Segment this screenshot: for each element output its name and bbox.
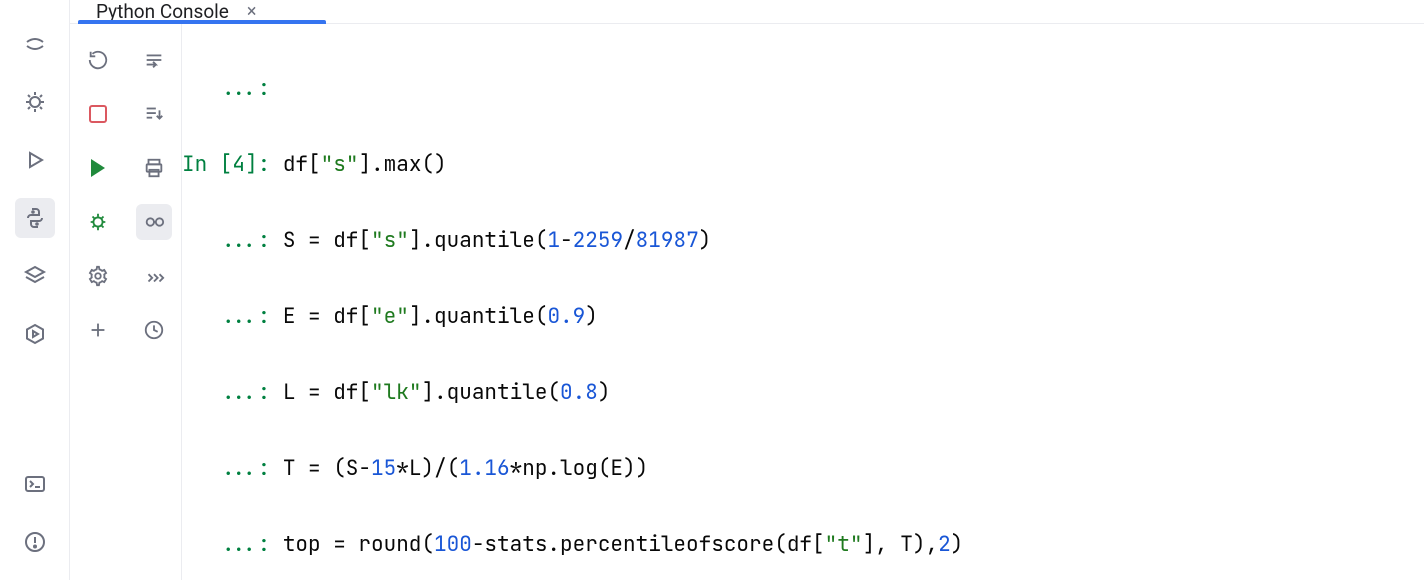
watch-icon[interactable] xyxy=(136,204,172,240)
close-icon[interactable]: × xyxy=(247,1,257,22)
code-line: ...: E = df["e"].quantile(0.9) xyxy=(182,298,1424,336)
layers-icon[interactable] xyxy=(15,256,55,296)
code-line: ...: top = round(100-stats.percentileofs… xyxy=(182,526,1424,564)
history-icon[interactable] xyxy=(136,258,172,294)
console-actions-left xyxy=(70,24,126,580)
terminal-icon[interactable] xyxy=(15,464,55,504)
run-icon[interactable] xyxy=(80,150,116,186)
play-icon[interactable] xyxy=(15,140,55,180)
rerun-icon[interactable] xyxy=(80,42,116,78)
main-area: Python Console × xyxy=(70,0,1424,580)
tab-active-indicator xyxy=(78,20,326,24)
python-icon[interactable] xyxy=(15,198,55,238)
code-line: ...: L = df["lk"].quantile(0.8) xyxy=(182,374,1424,412)
soft-wrap-icon[interactable] xyxy=(136,42,172,78)
code-line: ...: xyxy=(182,70,1424,108)
tool-window-bar-left xyxy=(0,0,70,580)
tab-python-console[interactable]: Python Console × xyxy=(78,0,274,23)
prompt-in: In [4]: xyxy=(182,151,283,178)
prompt-cont: ...: xyxy=(182,75,283,102)
console-actions-right xyxy=(126,24,182,580)
print-icon[interactable] xyxy=(136,150,172,186)
add-tab-icon[interactable] xyxy=(80,312,116,348)
console-content: ...: In [4]: df["s"].max() ...: S = df["… xyxy=(70,24,1424,580)
bug-icon[interactable] xyxy=(15,82,55,122)
settings-icon[interactable] xyxy=(80,258,116,294)
warning-icon[interactable] xyxy=(15,522,55,562)
code-line: In [4]: df["s"].max() xyxy=(182,146,1424,184)
code-line: ...: S = df["s"].quantile(1-2259/81987) xyxy=(182,222,1424,260)
console-output[interactable]: ...: In [4]: df["s"].max() ...: S = df["… xyxy=(182,24,1424,580)
services-icon[interactable] xyxy=(15,314,55,354)
debug-icon[interactable] xyxy=(80,204,116,240)
app-icon[interactable] xyxy=(15,24,55,64)
clock-icon[interactable] xyxy=(136,312,172,348)
code-line: ...: T = (S-15*L)/(1.16*np.log(E)) xyxy=(182,450,1424,488)
scroll-end-icon[interactable] xyxy=(136,96,172,132)
stop-icon[interactable] xyxy=(80,96,116,132)
app-root: Python Console × xyxy=(0,0,1424,580)
tab-bar: Python Console × xyxy=(70,0,1424,24)
